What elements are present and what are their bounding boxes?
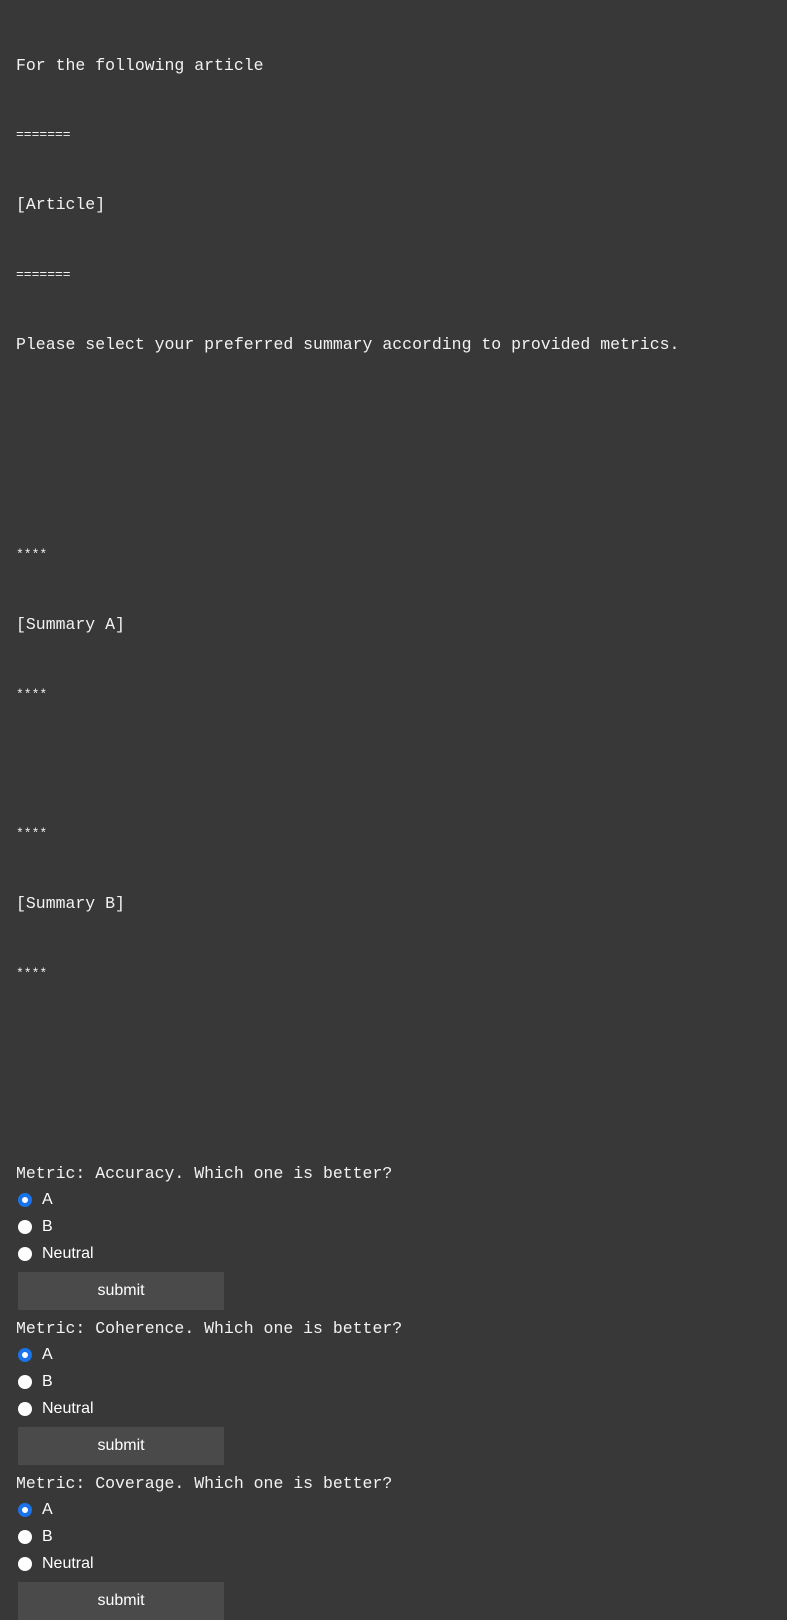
instruction-line: Please select your preferred summary acc… — [16, 335, 680, 355]
radio-unselected-icon[interactable] — [18, 1402, 32, 1417]
submit-button[interactable]: submit — [18, 1271, 224, 1310]
separator: ======= — [16, 127, 71, 143]
metric-coherence-section: Metric: Coherence. Which one is better? … — [16, 1316, 787, 1465]
radio-option-a[interactable]: A — [16, 1497, 787, 1524]
radio-label: B — [42, 1373, 53, 1391]
radio-label: Neutral — [42, 1555, 94, 1573]
radio-unselected-icon[interactable] — [18, 1557, 32, 1572]
summary-a-top-marker: **** — [16, 546, 48, 562]
prompt-header: For the following article ======= [Artic… — [16, 7, 787, 1161]
radio-option-b[interactable]: B — [16, 1214, 787, 1241]
metric-question: Metric: Coverage. Which one is better? — [16, 1473, 393, 1493]
radio-selected-icon[interactable] — [18, 1503, 32, 1518]
radio-option-b[interactable]: B — [16, 1524, 787, 1551]
article-placeholder: [Article] — [16, 195, 106, 215]
summary-b-bottom-marker: **** — [16, 966, 48, 982]
radio-label: Neutral — [42, 1245, 94, 1263]
radio-option-b[interactable]: B — [16, 1369, 787, 1396]
summary-b-top-marker: **** — [16, 826, 48, 842]
radio-selected-icon[interactable] — [18, 1348, 32, 1363]
intro-line: For the following article — [16, 55, 264, 75]
separator: ======= — [16, 267, 71, 283]
radio-label: B — [42, 1218, 53, 1236]
radio-label: A — [42, 1501, 53, 1519]
radio-unselected-icon[interactable] — [18, 1375, 32, 1390]
radio-label: A — [42, 1191, 53, 1209]
radio-unselected-icon[interactable] — [18, 1247, 32, 1262]
metric-question: Metric: Coherence. Which one is better? — [16, 1318, 403, 1338]
radio-label: B — [42, 1528, 53, 1546]
submit-button[interactable]: submit — [18, 1581, 224, 1620]
radio-option-a[interactable]: A — [16, 1342, 787, 1369]
radio-option-a[interactable]: A — [16, 1187, 787, 1214]
page: For the following article ======= [Artic… — [0, 0, 787, 1620]
metric-accuracy-section: Metric: Accuracy. Which one is better? A… — [16, 1161, 787, 1310]
summary-a-label: [Summary A] — [16, 614, 125, 634]
radio-selected-icon[interactable] — [18, 1193, 32, 1208]
radio-option-neutral[interactable]: Neutral — [16, 1551, 787, 1578]
submit-button[interactable]: submit — [18, 1426, 224, 1465]
metric-coverage-section: Metric: Coverage. Which one is better? A… — [16, 1471, 787, 1620]
summary-b-label: [Summary B] — [16, 894, 125, 914]
radio-unselected-icon[interactable] — [18, 1530, 32, 1545]
summary-a-bottom-marker: **** — [16, 686, 48, 702]
radio-label: Neutral — [42, 1400, 94, 1418]
metric-question: Metric: Accuracy. Which one is better? — [16, 1163, 393, 1183]
radio-label: A — [42, 1346, 53, 1364]
radio-option-neutral[interactable]: Neutral — [16, 1396, 787, 1423]
radio-unselected-icon[interactable] — [18, 1220, 32, 1235]
radio-option-neutral[interactable]: Neutral — [16, 1241, 787, 1268]
